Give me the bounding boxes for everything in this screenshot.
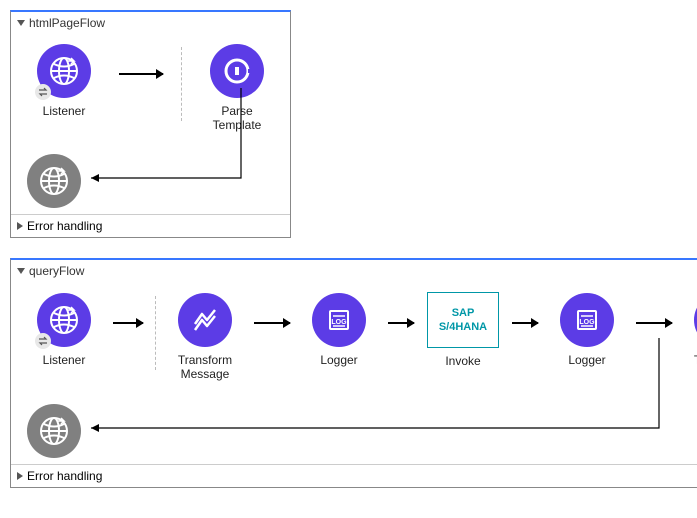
globe-icon [27,404,81,458]
logger-icon [560,293,614,347]
expand-icon [17,472,23,480]
flow-row-top: Listener Transform Message Logger SAP S/… [27,292,697,384]
flow-row-top: Listener Parse Template [27,44,274,134]
flow-queryFlow[interactable]: queryFlow Listener Transform Message [10,258,697,488]
node-listener[interactable]: Listener [27,44,101,134]
flow-htmlPageFlow[interactable]: htmlPageFlow Listener Parse Template [10,10,291,238]
collapse-icon [17,20,25,26]
flow-header[interactable]: queryFlow [11,260,697,282]
collapse-icon [17,268,25,274]
node-response[interactable] [27,404,81,458]
flow-body: Listener Transform Message Logger SAP S/… [11,282,697,464]
error-label: Error handling [27,219,102,233]
arrow-icon [512,322,538,324]
node-label: Listener [43,353,86,383]
flow-title: htmlPageFlow [29,16,105,30]
node-label: Logger [320,353,357,383]
node-transform-1[interactable]: Transform Message [168,293,242,383]
return-row [27,404,697,458]
node-label: Transform Message [684,353,697,383]
expand-icon [17,222,23,230]
node-label: Transform Message [168,353,242,383]
return-row [27,154,274,208]
source-separator [155,296,156,370]
parse-template-icon [210,44,264,98]
node-response[interactable] [27,154,81,208]
flow-title: queryFlow [29,264,84,278]
flow-header[interactable]: htmlPageFlow [11,12,290,34]
node-transform-2[interactable]: Transform Message [684,293,697,383]
arrow-icon [113,322,143,324]
sap-icon: SAP S/4HANA [427,292,499,348]
node-listener[interactable]: Listener [27,293,101,383]
globe-icon [27,154,81,208]
error-label: Error handling [27,469,102,483]
arrow-icon [254,322,290,324]
node-label: Parse Template [200,104,274,134]
node-invoke-sap[interactable]: SAP S/4HANA Invoke [426,292,500,384]
arrow-icon [119,73,163,75]
arrow-icon [636,322,672,324]
node-logger-2[interactable]: Logger [550,293,624,383]
node-logger-1[interactable]: Logger [302,293,376,383]
error-section[interactable]: Error handling [11,464,697,487]
node-label: Listener [43,104,86,134]
globe-icon [37,293,91,347]
node-label: Invoke [445,354,480,384]
arrow-icon [388,322,414,324]
logger-icon [312,293,366,347]
node-parse-template[interactable]: Parse Template [200,44,274,134]
source-separator [181,47,182,121]
flow-body: Listener Parse Template [11,34,290,214]
error-section[interactable]: Error handling [11,214,290,237]
globe-icon [37,44,91,98]
node-label: Logger [568,353,605,383]
transform-icon [178,293,232,347]
